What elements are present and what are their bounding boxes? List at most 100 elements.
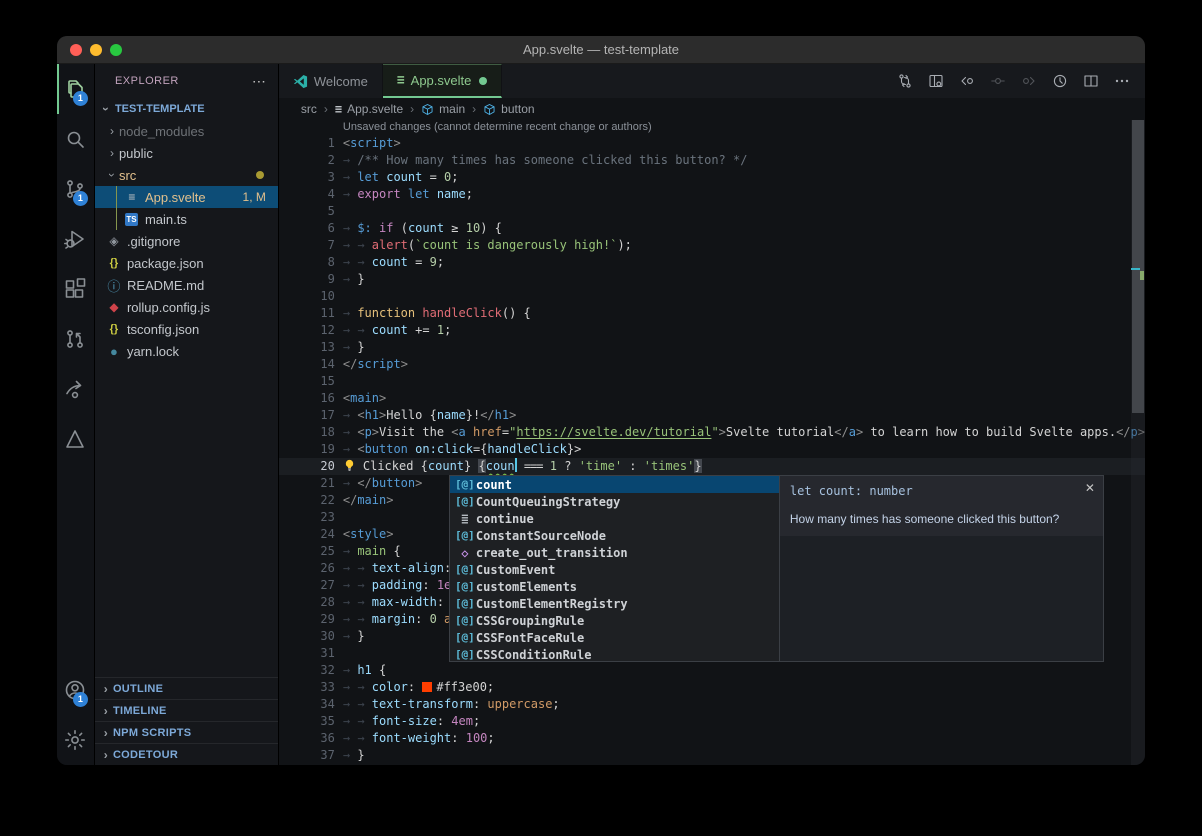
workspace-root-item[interactable]: › TEST-TEMPLATE xyxy=(95,98,278,120)
code-line[interactable]: 33→ → color: #ff3e00; xyxy=(279,679,1145,696)
title-bar[interactable]: App.svelte — test-template xyxy=(57,36,1145,64)
tree-item-package-json[interactable]: {}package.json xyxy=(95,252,278,274)
badge: 1 xyxy=(73,91,88,106)
suggestion-item[interactable]: [@]CustomElementRegistry xyxy=(450,595,779,612)
change-indicator-icon[interactable] xyxy=(987,70,1009,92)
live-share-icon xyxy=(63,377,87,401)
line-number: 3 xyxy=(279,169,335,186)
breadcrumb-app-svelte[interactable]: ≡App.svelte xyxy=(335,102,403,116)
lightbulb-icon[interactable] xyxy=(343,458,357,475)
previous-change-icon[interactable] xyxy=(956,70,978,92)
code-editor[interactable]: Unsaved changes (cannot determine recent… xyxy=(279,120,1145,765)
code-line[interactable]: 4→ export let name; xyxy=(279,186,1145,203)
code-line[interactable]: 3→ let count = 0; xyxy=(279,169,1145,186)
suggestion-item[interactable]: [@]customElements xyxy=(450,578,779,595)
section-npm-scripts[interactable]: ›NPM SCRIPTS xyxy=(95,721,278,743)
breadcrumb-main[interactable]: main xyxy=(421,102,465,116)
tree-item-src[interactable]: ›src xyxy=(95,164,278,186)
suggestion-item[interactable]: [@]count xyxy=(450,476,779,493)
code-line[interactable]: 10 xyxy=(279,288,1145,305)
code-line[interactable]: 13→ } xyxy=(279,339,1145,356)
section-timeline[interactable]: ›TIMELINE xyxy=(95,699,278,721)
suggestion-item[interactable]: [@]CustomEvent xyxy=(450,561,779,578)
suggestion-item[interactable]: [@]CSSGroupingRule xyxy=(450,612,779,629)
activity-item-settings[interactable] xyxy=(57,715,94,765)
tree-item--gitignore[interactable]: ◈.gitignore xyxy=(95,230,278,252)
line-number: 9 xyxy=(279,271,335,288)
next-change-icon[interactable] xyxy=(1018,70,1040,92)
compare-changes-icon[interactable] xyxy=(894,70,916,92)
code-line[interactable]: 19→ <button on:click={handleClick}> xyxy=(279,441,1145,458)
tree-item-app-svelte[interactable]: ≡App.svelte1, M xyxy=(95,186,278,208)
open-changes-icon[interactable] xyxy=(925,70,947,92)
modified-dot-icon[interactable] xyxy=(479,77,487,85)
line-number: 14 xyxy=(279,356,335,373)
symbol-variable-icon: [@] xyxy=(454,614,476,627)
breadcrumb-src[interactable]: src xyxy=(301,102,317,116)
tree-item-rollup-config-js[interactable]: ◆rollup.config.js xyxy=(95,296,278,318)
activity-item-azure[interactable] xyxy=(57,414,94,464)
code-line[interactable]: 7→ → alert(`count is dangerously high!`)… xyxy=(279,237,1145,254)
code-line[interactable]: 34→ → text-transform: uppercase; xyxy=(279,696,1145,713)
more-actions-icon[interactable] xyxy=(1111,70,1133,92)
code-line[interactable]: 32→ h1 { xyxy=(279,662,1145,679)
symbol-variable-icon: [@] xyxy=(454,478,476,491)
suggestion-item[interactable]: [@]CountQueuingStrategy xyxy=(450,493,779,510)
line-number: 36 xyxy=(279,730,335,747)
symbol-variable-icon: [@] xyxy=(454,563,476,576)
code-line[interactable]: 9→ } xyxy=(279,271,1145,288)
code-line[interactable]: 20Clicked {count} {coun === 1 ? 'time' :… xyxy=(279,458,1145,475)
code-line[interactable]: 35→ → font-size: 4em; xyxy=(279,713,1145,730)
activity-item-accounts[interactable]: 1 xyxy=(57,665,94,715)
suggestion-item[interactable]: [@]ConstantSourceNode xyxy=(450,527,779,544)
explorer-more-actions-icon[interactable]: ⋯ xyxy=(252,73,266,90)
suggestion-item[interactable]: [@]CSSFontFaceRule xyxy=(450,629,779,646)
line-number: 1 xyxy=(279,135,335,152)
color-swatch[interactable] xyxy=(422,682,432,692)
line-number: 30 xyxy=(279,628,335,645)
suggestion-item[interactable]: ◇create_out_transition xyxy=(450,544,779,561)
activity-item-live-share[interactable] xyxy=(57,364,94,414)
code-line[interactable]: 2→ /** How many times has someone clicke… xyxy=(279,152,1145,169)
activity-item-explorer[interactable]: 1 xyxy=(57,64,94,114)
code-line[interactable]: 17→ <h1>Hello {name}!</h1> xyxy=(279,407,1145,424)
tab-welcome[interactable]: Welcome xyxy=(279,64,383,98)
code-line[interactable]: 14</script> xyxy=(279,356,1145,373)
code-line[interactable]: 11→ function handleClick() { xyxy=(279,305,1145,322)
ts-file-icon: TS xyxy=(125,213,138,226)
suggestion-item[interactable]: ≣continue xyxy=(450,510,779,527)
tree-item-yarn-lock[interactable]: ●yarn.lock xyxy=(95,340,278,362)
code-line[interactable]: 36→ → font-weight: 100; xyxy=(279,730,1145,747)
code-line[interactable]: 18→ <p>Visit the <a href="https://svelte… xyxy=(279,424,1145,441)
code-line[interactable]: 12→ → count += 1; xyxy=(279,322,1145,339)
timeline-icon[interactable] xyxy=(1049,70,1071,92)
tree-item-tsconfig-json[interactable]: {}tsconfig.json xyxy=(95,318,278,340)
code-line[interactable]: 16<main> xyxy=(279,390,1145,407)
code-line[interactable]: 5 xyxy=(279,203,1145,220)
editor-scrollbar[interactable] xyxy=(1131,120,1145,765)
code-line[interactable]: 37→ } xyxy=(279,747,1145,764)
section-codetour[interactable]: ›CODETOUR xyxy=(95,743,278,765)
close-icon[interactable]: ✕ xyxy=(1085,481,1095,495)
breadcrumb-separator: › xyxy=(410,102,414,116)
tree-item-node-modules[interactable]: ›node_modules xyxy=(95,120,278,142)
activity-item-github-pull-requests[interactable] xyxy=(57,314,94,364)
code-line[interactable]: 8→ → count = 9; xyxy=(279,254,1145,271)
azure-icon xyxy=(63,427,87,451)
activity-item-extensions[interactable] xyxy=(57,264,94,314)
activity-item-search[interactable] xyxy=(57,114,94,164)
code-line[interactable]: 1<script> xyxy=(279,135,1145,152)
breadcrumb-button[interactable]: button xyxy=(483,102,534,116)
tree-item-public[interactable]: ›public xyxy=(95,142,278,164)
tab-app.svelte[interactable]: ≡App.svelte xyxy=(383,64,503,98)
suggestion-item[interactable]: [@]CSSConditionRule xyxy=(450,646,779,663)
tree-item-main-ts[interactable]: TSmain.ts xyxy=(95,208,278,230)
activity-item-run-and-debug[interactable] xyxy=(57,214,94,264)
split-editor-icon[interactable] xyxy=(1080,70,1102,92)
scrollbar-thumb[interactable] xyxy=(1132,120,1144,413)
tree-item-readme-md[interactable]: ⓘREADME.md xyxy=(95,274,278,296)
activity-item-source-control[interactable]: 1 xyxy=(57,164,94,214)
code-line[interactable]: 15 xyxy=(279,373,1145,390)
code-line[interactable]: 6→ $: if (count ≥ 10) { xyxy=(279,220,1145,237)
section-outline[interactable]: ›OUTLINE xyxy=(95,677,278,699)
